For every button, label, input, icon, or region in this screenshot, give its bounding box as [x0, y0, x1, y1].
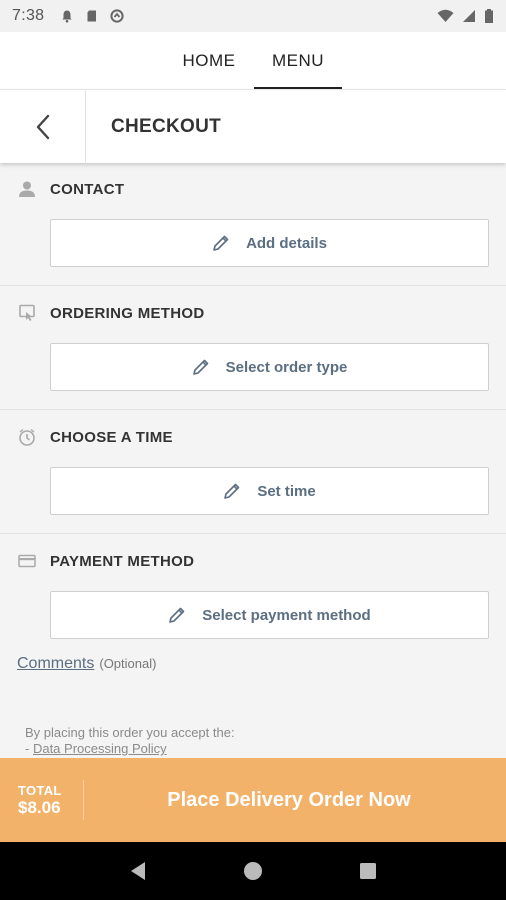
- order-bar: TOTAL $8.06 Place Delivery Order Now: [0, 758, 506, 842]
- policy-bullet: -: [25, 741, 33, 756]
- order-total: TOTAL $8.06: [0, 780, 84, 820]
- total-value: $8.06: [18, 797, 61, 817]
- add-details-button[interactable]: Add details: [50, 219, 489, 267]
- total-label: TOTAL: [18, 782, 62, 798]
- back-button[interactable]: [0, 89, 86, 164]
- policy-text: By placing this order you accept the:: [25, 725, 235, 740]
- tab-home[interactable]: HOME: [164, 32, 254, 89]
- sync-icon: [110, 9, 124, 23]
- pencil-icon: [192, 358, 210, 376]
- sd-card-icon: [87, 10, 97, 22]
- data-processing-policy-link[interactable]: Data Processing Policy: [33, 741, 167, 756]
- battery-icon: [485, 9, 493, 23]
- status-time: 7:38: [12, 7, 45, 24]
- button-label: Select payment method: [202, 606, 371, 624]
- ordering-method-section: ORDERING METHOD Select order type: [0, 300, 506, 410]
- button-label: Add details: [246, 234, 327, 252]
- tab-menu[interactable]: MENU: [254, 32, 342, 89]
- optional-hint: (Optional): [99, 656, 157, 671]
- clock-icon: [17, 427, 37, 447]
- chevron-left-icon: [36, 114, 49, 139]
- select-payment-method-button[interactable]: Select payment method: [50, 591, 489, 639]
- recents-square-icon[interactable]: [356, 859, 380, 883]
- pencil-icon: [168, 606, 186, 624]
- system-navigation-bar: [0, 842, 506, 900]
- ordering-method-icon: [17, 303, 37, 323]
- payment-method-section: PAYMENT METHOD Select payment method: [0, 548, 506, 644]
- pencil-icon: [223, 482, 241, 500]
- section-label: CONTACT: [50, 180, 125, 198]
- set-time-button[interactable]: Set time: [50, 467, 489, 515]
- checkout-header: CHECKOUT: [0, 89, 506, 164]
- wifi-icon: [437, 9, 454, 22]
- place-order-button[interactable]: Place Delivery Order Now: [84, 789, 506, 812]
- comments-row: Comments (Optional): [17, 655, 156, 673]
- button-label: Select order type: [225, 358, 348, 376]
- section-label: CHOOSE A TIME: [50, 428, 173, 446]
- pencil-icon: [212, 234, 230, 252]
- notification-bell-icon: [62, 10, 73, 23]
- page-title: CHECKOUT: [111, 115, 222, 137]
- button-label: Set time: [257, 482, 316, 500]
- select-order-type-button[interactable]: Select order type: [50, 343, 489, 391]
- comments-link[interactable]: Comments: [17, 655, 94, 673]
- top-navigation: HOME MENU: [0, 32, 506, 89]
- section-label: ORDERING METHOD: [50, 304, 205, 322]
- card-icon: [17, 551, 37, 571]
- back-triangle-icon[interactable]: [126, 859, 150, 883]
- section-label: PAYMENT METHOD: [50, 552, 195, 570]
- policy-notice: By placing this order you accept the: - …: [25, 725, 235, 757]
- choose-time-section: CHOOSE A TIME Set time: [0, 424, 506, 534]
- signal-icon: [463, 10, 475, 22]
- status-bar: 7:38: [0, 0, 506, 32]
- contact-section: CONTACT Add details: [0, 176, 506, 286]
- person-icon: [17, 179, 37, 199]
- home-circle-icon[interactable]: [241, 859, 265, 883]
